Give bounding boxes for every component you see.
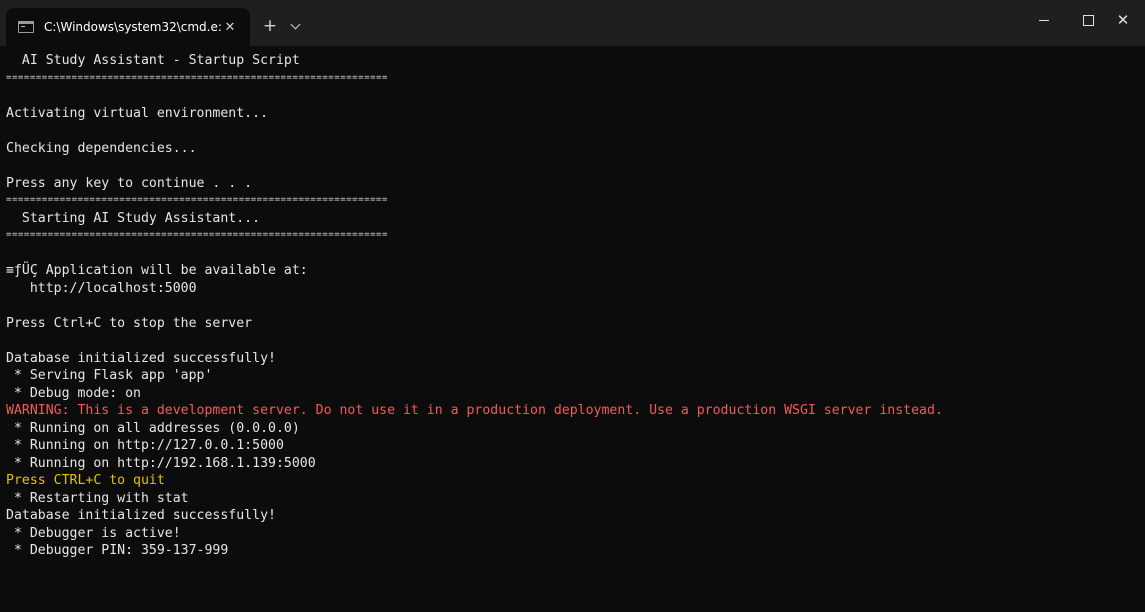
console-line: Press Ctrl+C to stop the server (6, 315, 253, 331)
console-line: Activating virtual environment... (6, 105, 269, 121)
console-separator: ========================================… (6, 230, 388, 240)
minimize-icon (1039, 19, 1049, 21)
close-icon: ✕ (1116, 11, 1130, 29)
console-line: Checking dependencies... (6, 140, 197, 156)
tab-dropdown-button[interactable] (284, 14, 306, 38)
console-line: * Debugger PIN: 359-137-999 (6, 543, 229, 558)
minimize-button[interactable] (1022, 0, 1066, 40)
new-tab-button[interactable]: + (258, 14, 282, 38)
console-line: * Restarting with stat (6, 490, 189, 506)
console-line: * Running on http://127.0.0.1:5000 (6, 438, 284, 453)
close-window-button[interactable]: ✕ (1101, 0, 1145, 40)
console-line: * Serving Flask app 'app' (6, 368, 213, 383)
terminal-tab[interactable]: C:\Windows\system32\cmd.e: ✕ (6, 8, 250, 46)
cmd-icon (18, 21, 34, 33)
console-quit-hint: Press CTRL+C to quit (6, 473, 165, 488)
console-line: Database initialized successfully! (6, 508, 276, 523)
console-line: ≡ƒÜÇ Application will be available at: (6, 263, 308, 278)
tab-title: C:\Windows\system32\cmd.e: (44, 20, 222, 34)
console-line: Press any key to continue . . . (6, 175, 253, 191)
console-line: * Debug mode: on (6, 385, 141, 401)
console-output[interactable]: AI Study Assistant - Startup Script ====… (6, 52, 1142, 608)
console-separator: ========================================… (6, 72, 388, 83)
console-line: Starting AI Study Assistant... (6, 210, 261, 226)
console-line: AI Study Assistant - Startup Script (6, 53, 300, 68)
maximize-icon (1082, 14, 1094, 26)
console-line: * Running on http://192.168.1.139:5000 (6, 455, 316, 471)
console-line: Database initialized successfully! (6, 350, 276, 366)
console-line: http://localhost:5000 (6, 280, 197, 296)
console-separator: ========================================… (6, 195, 388, 205)
chevron-down-icon (290, 19, 300, 29)
console-warning-line: WARNING: This is a development server. D… (6, 403, 943, 418)
close-tab-icon[interactable]: ✕ (220, 17, 240, 37)
console-line: * Running on all addresses (0.0.0.0) (6, 420, 300, 436)
console-line: * Debugger is active! (6, 525, 181, 541)
title-bar: C:\Windows\system32\cmd.e: ✕ + ✕ (0, 0, 1145, 46)
